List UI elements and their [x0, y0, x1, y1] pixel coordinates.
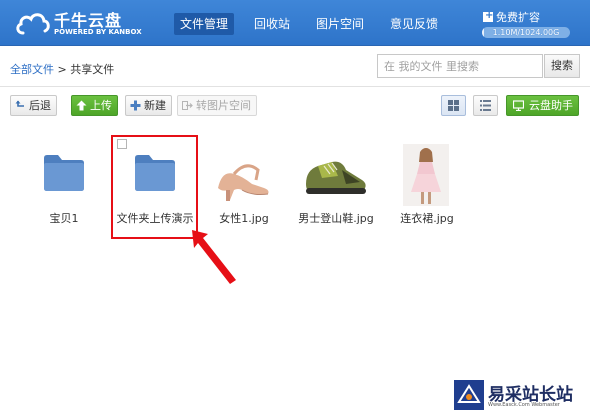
- back-button[interactable]: 后退: [10, 95, 57, 116]
- highlight-box: [111, 135, 198, 239]
- folder-item[interactable]: 宝贝1: [24, 148, 104, 228]
- expand-label: 免费扩容: [496, 11, 540, 24]
- image-file-item[interactable]: 连衣裙.jpg: [387, 144, 467, 228]
- storage-quota-bar: 1.10M/1024.00G: [482, 27, 570, 38]
- breadcrumb-root[interactable]: 全部文件: [10, 63, 54, 76]
- monitor-icon: [513, 100, 524, 111]
- file-name: 女性1.jpg: [219, 212, 269, 225]
- upload-label: 上传: [90, 99, 112, 112]
- nav-recycle-bin[interactable]: 回收站: [248, 13, 296, 35]
- to-image-space-label: 转图片空间: [196, 99, 251, 112]
- top-header: 千牛云盘 POWERED BY KANBOX 文件管理 回收站 图片空间 意见反…: [0, 0, 590, 46]
- new-button[interactable]: 新建: [125, 95, 172, 116]
- logo[interactable]: 千牛云盘 POWERED BY KANBOX: [14, 7, 142, 41]
- search-input[interactable]: [377, 54, 543, 78]
- grid-view-icon: [448, 100, 459, 111]
- watermark: 易采站长站 Www.Easck.Com Webmaster: [452, 378, 590, 412]
- watermark-logo-icon: [454, 380, 484, 410]
- select-checkbox[interactable]: [117, 139, 127, 149]
- file-name: 连衣裙.jpg: [400, 212, 454, 225]
- logo-subtitle: POWERED BY KANBOX: [54, 28, 142, 36]
- upload-arrow-icon: [76, 100, 87, 111]
- breadcrumb-separator: >: [57, 63, 67, 76]
- main-nav: 文件管理 回收站 图片空间 意见反馈: [174, 13, 458, 35]
- cloud-assistant-button[interactable]: 云盘助手: [506, 95, 579, 116]
- transfer-icon: [182, 101, 193, 110]
- free-expand-link[interactable]: 免费扩容: [483, 9, 540, 25]
- nav-file-management[interactable]: 文件管理: [174, 13, 235, 35]
- folder-icon: [44, 155, 84, 191]
- quota-text: 1.10M/1024.00G: [492, 28, 560, 37]
- grid-view-button[interactable]: [441, 95, 466, 116]
- cloud-logo-icon: [16, 13, 50, 35]
- new-label: 新建: [144, 99, 166, 112]
- breadcrumb-current: 共享文件: [70, 63, 115, 76]
- list-view-button[interactable]: [473, 95, 498, 116]
- watermark-subtext: Www.Easck.Com Webmaster: [488, 402, 560, 408]
- plus-icon: [130, 100, 141, 111]
- plus-icon: [483, 10, 493, 22]
- dress-model-thumbnail: [403, 144, 449, 206]
- image-file-item[interactable]: 女性1.jpg: [204, 148, 284, 228]
- annotation-arrow-icon: [192, 230, 236, 284]
- image-file-item[interactable]: 男士登山鞋.jpg: [296, 148, 376, 228]
- cloud-assistant-label: 云盘助手: [529, 99, 573, 112]
- nav-image-space[interactable]: 图片空间: [310, 13, 370, 35]
- back-label: 后退: [29, 99, 51, 112]
- upload-button[interactable]: 上传: [71, 95, 118, 116]
- to-image-space-button[interactable]: 转图片空间: [177, 95, 257, 116]
- nav-feedback[interactable]: 意见反馈: [384, 13, 444, 35]
- hiking-shoe-thumbnail: [306, 161, 366, 194]
- divider: [0, 86, 590, 87]
- file-name: 男士登山鞋.jpg: [298, 212, 374, 225]
- search-button[interactable]: 搜索: [544, 54, 580, 78]
- high-heel-thumbnail: [218, 164, 269, 201]
- breadcrumb: 全部文件 > 共享文件: [10, 61, 114, 77]
- file-name: 宝贝1: [49, 212, 79, 225]
- list-view-icon: [480, 100, 491, 111]
- back-arrow-icon: [15, 100, 24, 107]
